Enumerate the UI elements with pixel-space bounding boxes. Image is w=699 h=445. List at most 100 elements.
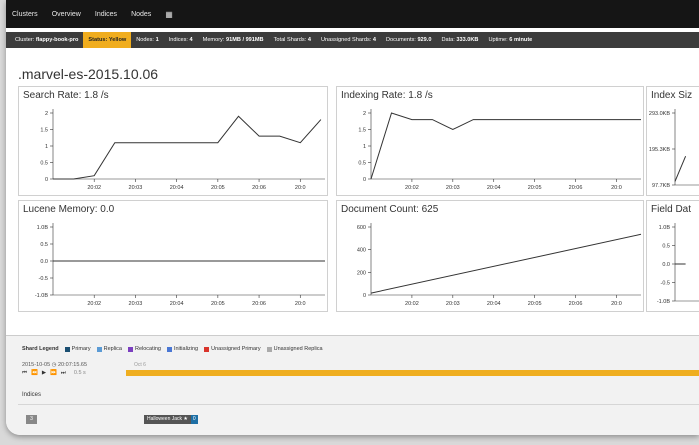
status-item-value: 6 minute bbox=[509, 37, 533, 43]
series-line bbox=[370, 112, 641, 180]
status-item: Total Shards: 4 bbox=[269, 32, 316, 48]
grid-icon[interactable]: ▦ bbox=[165, 10, 173, 19]
x-tick-label: 20:0 bbox=[295, 301, 306, 307]
status-item-value: 929.0 bbox=[417, 37, 432, 43]
rewind-icon[interactable]: ⏪ bbox=[31, 370, 38, 377]
x-tick-label: 20:03 bbox=[446, 185, 460, 191]
legend-swatch bbox=[204, 346, 210, 352]
status-item-value: Yellow bbox=[108, 37, 127, 43]
x-tick-label: 20:0 bbox=[611, 301, 622, 307]
y-tick-label: -0.5 bbox=[39, 276, 48, 282]
y-tick-label: 0.5 bbox=[40, 161, 48, 167]
y-tick-label: -0.5 bbox=[661, 281, 670, 287]
node-box[interactable]: 3 bbox=[26, 415, 37, 424]
status-item-label: Data: bbox=[441, 37, 455, 43]
x-tick-label: 20:05 bbox=[528, 185, 542, 191]
nav-indices[interactable]: Indices bbox=[95, 11, 117, 18]
legend-swatch bbox=[166, 346, 172, 352]
legend-swatch bbox=[64, 346, 70, 352]
chart-svg: 2 1.5 1 0.5 0 20:02 20:03 20:04 20:05 20:06 20:0 bbox=[358, 109, 641, 191]
index-chip-name: Halloween Jack ★ bbox=[147, 416, 188, 422]
status-item-label: Unassigned Shards: bbox=[320, 37, 372, 43]
series-line bbox=[53, 115, 322, 180]
status-item-label: Cluster: bbox=[15, 37, 35, 43]
status-item-value: 91MB / 991MB bbox=[225, 37, 264, 43]
status-item: Unassigned Shards: 4 bbox=[316, 32, 381, 48]
index-chip[interactable]: Halloween Jack ★ 0 bbox=[144, 415, 198, 424]
status-item: Data: 333.0KB bbox=[436, 32, 483, 48]
x-tick-label: 20:04 bbox=[170, 185, 184, 191]
legend-entry: Primary bbox=[64, 346, 91, 352]
status-item-label: Documents: bbox=[386, 37, 416, 43]
y-tick-label: 97.7KB bbox=[652, 183, 670, 189]
x-tick-label: 20:0 bbox=[295, 185, 306, 191]
play-icon[interactable]: ▶ bbox=[42, 370, 46, 377]
y-tick-label: 0.5 bbox=[40, 242, 48, 248]
legend-entry-label: Unassigned Primary bbox=[211, 346, 261, 352]
shard-overview-area: Shard Legend Primary Replica Relocating Ini… bbox=[6, 335, 699, 435]
x-tick-label: 20:03 bbox=[129, 301, 143, 307]
series-line bbox=[674, 156, 687, 182]
x-tick-label: 20:05 bbox=[211, 185, 225, 191]
x-tick-label: 20:02 bbox=[87, 301, 101, 307]
x-tick-label: 20:02 bbox=[405, 301, 419, 307]
status-item-label: Nodes: bbox=[136, 37, 154, 43]
x-tick-label: 20:04 bbox=[487, 301, 501, 307]
chart-panel-search-rate: Search Rate: 1.8 /s 2 1.5 1 0.5 0 20:02 20:03 20… bbox=[18, 86, 328, 196]
series-line bbox=[370, 233, 642, 294]
skip-forward-icon[interactable]: ⏭ bbox=[61, 370, 66, 377]
x-tick-label: 20:06 bbox=[569, 301, 583, 307]
status-item: Uptime: 6 minute bbox=[483, 32, 537, 48]
shard-legend-label: Shard Legend bbox=[22, 346, 59, 352]
x-tick-label: 20:06 bbox=[252, 185, 266, 191]
shard-legend: Shard Legend Primary Replica Relocating Ini… bbox=[22, 346, 323, 352]
app-window: Clusters Overview Indices Nodes ▦ Cluste… bbox=[6, 0, 699, 435]
chart-panel-document-count: Document Count: 625 600 400 200 0 20:02 20:03 2… bbox=[336, 200, 644, 312]
status-item: Indices: 4 bbox=[164, 32, 198, 48]
y-tick-label: 195.3KB bbox=[649, 147, 670, 153]
timeline-track[interactable] bbox=[126, 370, 699, 376]
playback-controls: ⏮ ⏪ ▶ ⏩ ⏭ 0.5 s bbox=[22, 370, 87, 377]
y-tick-label: 1 bbox=[45, 144, 48, 150]
chart-panel-field-data: Field Dat 1.0B 0.5 0.0 -0.5 -1.0B bbox=[646, 200, 699, 312]
nav-nodes[interactable]: Nodes bbox=[131, 11, 151, 18]
x-tick-label: 20:03 bbox=[129, 185, 143, 191]
y-tick-label: -1.0B bbox=[657, 299, 670, 305]
status-item-value: flappy-book-pro bbox=[35, 37, 79, 43]
y-tick-label: 400 bbox=[357, 248, 366, 254]
index-chip-count: 0 bbox=[190, 415, 198, 424]
y-tick-label: 293.0KB bbox=[649, 111, 670, 117]
status-item-value: 333.0KB bbox=[456, 37, 479, 43]
top-navbar: Clusters Overview Indices Nodes ▦ bbox=[6, 0, 699, 28]
status-item: Memory: 91MB / 991MB bbox=[198, 32, 269, 48]
chart-svg: 1.0B 0.5 0.0 -0.5 -1.0B bbox=[657, 223, 699, 305]
y-tick-label: 2 bbox=[363, 111, 366, 117]
legend-entry-label: Replica bbox=[103, 346, 122, 352]
legend-swatch bbox=[127, 346, 133, 352]
status-item: Documents: 929.0 bbox=[381, 32, 436, 48]
legend-swatch bbox=[266, 346, 272, 352]
nav-overview[interactable]: Overview bbox=[52, 11, 81, 18]
chart-panel-indexing-rate: Indexing Rate: 1.8 /s 2 1.5 1 0.5 0 20:02 20:03… bbox=[336, 86, 644, 196]
timeline-tick-label: Oct 6 bbox=[134, 362, 146, 368]
x-tick-label: 20:02 bbox=[405, 185, 419, 191]
forward-icon[interactable]: ⏩ bbox=[50, 370, 57, 377]
cluster-status-bar: Cluster: flappy-book-pro Status: Yellow No… bbox=[6, 32, 699, 48]
chart-panel-lucene-memory: Lucene Memory: 0.0 1.0B 0.5 0.0 -0.5 -1.0B 20:… bbox=[18, 200, 328, 312]
legend-entry-label: Primary bbox=[71, 346, 91, 352]
nav-clusters[interactable]: Clusters bbox=[12, 11, 38, 18]
legend-entry: Relocating bbox=[127, 346, 161, 352]
legend-entry-label: Relocating bbox=[134, 346, 161, 352]
y-tick-label: 1.0B bbox=[37, 225, 49, 231]
x-tick-label: 20:02 bbox=[87, 185, 101, 191]
playback-speed[interactable]: 0.5 s bbox=[74, 370, 86, 377]
legend-entry: Initializing bbox=[166, 346, 198, 352]
status-item-value: 4 bbox=[372, 37, 377, 43]
status-item-value: 1 bbox=[155, 37, 159, 43]
y-tick-label: 0 bbox=[363, 177, 366, 183]
status-item-label: Indices: bbox=[168, 37, 188, 43]
y-tick-label: 1.5 bbox=[358, 128, 366, 134]
legend-entry: Unassigned Primary bbox=[204, 346, 261, 352]
skip-back-icon[interactable]: ⏮ bbox=[22, 370, 27, 377]
y-tick-label: 0.0 bbox=[662, 262, 670, 268]
